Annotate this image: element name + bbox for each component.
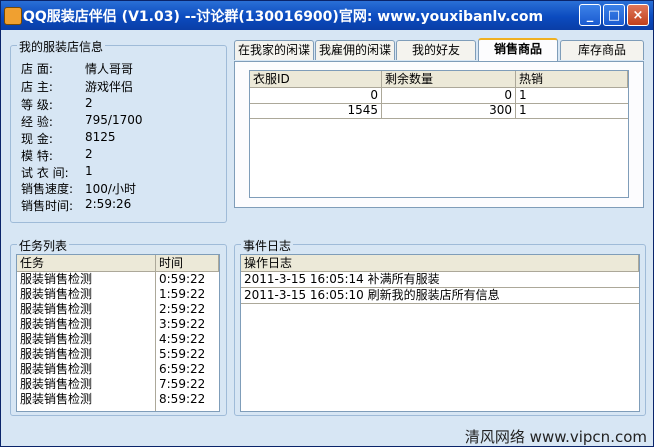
sales-cell-remaining[interactable]: 300	[382, 103, 515, 118]
sales-cell-hot[interactable]: 1	[516, 88, 626, 103]
task-time[interactable]: 0:59:22	[156, 272, 219, 287]
shop-info-legend: 我的服装店信息	[17, 38, 106, 55]
sales-cell-remaining[interactable]: 0	[382, 88, 515, 103]
column-header-cloth-id[interactable]: 衣服ID	[250, 71, 382, 88]
info-key: 经 验:	[21, 115, 53, 129]
log-entry[interactable]: 2011-3-15 16:05:14 补满所有服装	[241, 272, 637, 287]
task-time[interactable]: 5:59:22	[156, 347, 219, 362]
minimize-button[interactable]: _	[579, 4, 601, 26]
info-row-owner: 店 主: 游戏伴侣	[21, 78, 221, 96]
title-bar[interactable]: QQ服装店伴侣 (V1.03) --讨论群(130016900)官网: www.…	[1, 1, 653, 30]
info-value: 2	[85, 96, 93, 110]
sales-cell-id[interactable]: 1545	[250, 103, 381, 118]
event-log-group: 事件日志 操作日志 2011-3-15 16:05:14 补满所有服装 2011…	[234, 237, 646, 416]
info-value: 8125	[85, 130, 116, 144]
watermark-text: 清风网络 www.vipcn.com	[464, 428, 647, 446]
task-name[interactable]: 服装销售检测	[17, 302, 155, 317]
info-value: 2	[85, 147, 93, 161]
info-key: 等 级:	[21, 98, 53, 112]
task-list[interactable]: 任务 时间 服装销售检测 0:59:22 服装销售检测 1:59:22 服装销售…	[16, 254, 220, 412]
tab-my-friends[interactable]: 我的好友	[396, 40, 476, 60]
info-value: 游戏伴侣	[85, 80, 134, 94]
task-name[interactable]: 服装销售检测	[17, 287, 155, 302]
info-value: 795/1700	[85, 113, 143, 127]
info-value: 情人哥哥	[85, 62, 134, 76]
tab-sales-items[interactable]: 销售商品	[478, 38, 558, 62]
task-time[interactable]: 1:59:22	[156, 287, 219, 302]
info-value: 2:59:26	[85, 197, 132, 211]
column-header-time[interactable]: 时间	[156, 255, 219, 272]
info-row-sales-speed: 销售速度: 100/小时	[21, 180, 221, 198]
task-name[interactable]: 服装销售检测	[17, 377, 155, 392]
info-key: 现 金:	[21, 132, 53, 146]
task-time[interactable]: 2:59:22	[156, 302, 219, 317]
task-name[interactable]: 服装销售检测	[17, 347, 155, 362]
column-header-operation-log[interactable]: 操作日志	[241, 255, 639, 272]
window-title: QQ服装店伴侣 (V1.03) --讨论群(130016900)官网: www.…	[23, 9, 544, 25]
close-button[interactable]: ×	[627, 4, 649, 26]
main-window: QQ服装店伴侣 (V1.03) --讨论群(130016900)官网: www.…	[0, 0, 654, 447]
task-name[interactable]: 服装销售检测	[17, 392, 155, 407]
sales-cell-id[interactable]: 0	[250, 88, 381, 103]
task-name[interactable]: 服装销售检测	[17, 362, 155, 377]
info-key: 试 衣 间:	[21, 166, 69, 180]
column-header-hot-sale[interactable]: 热销	[516, 71, 628, 88]
tab-spies-in-my-home[interactable]: 在我家的闲谍	[234, 40, 314, 60]
log-entry[interactable]: 2011-3-15 16:05:10 刷新我的服装店所有信息	[241, 288, 637, 303]
task-list-legend: 任务列表	[17, 237, 70, 254]
info-key: 销售速度:	[21, 182, 74, 196]
info-key: 模 特:	[21, 149, 53, 163]
sales-table[interactable]: 衣服ID 剩余数量 热销 0 0 1 1545 300 1	[249, 70, 629, 198]
task-list-group: 任务列表 任务 时间 服装销售检测 0:59:22 服装销售检测 1:59:22…	[10, 237, 227, 416]
maximize-button[interactable]: □	[603, 4, 625, 26]
column-header-remaining[interactable]: 剩余数量	[382, 71, 516, 88]
row-divider	[250, 118, 628, 119]
row-divider	[241, 303, 639, 304]
task-time[interactable]: 7:59:22	[156, 377, 219, 392]
task-time[interactable]: 3:59:22	[156, 317, 219, 332]
status-bar: 清风网络 www.vipcn.com	[1, 419, 653, 446]
column-header-task[interactable]: 任务	[17, 255, 156, 272]
event-log-list[interactable]: 操作日志 2011-3-15 16:05:14 补满所有服装 2011-3-15…	[240, 254, 640, 412]
event-log-legend: 事件日志	[241, 237, 294, 254]
info-row-cash: 现 金: 8125	[21, 130, 221, 148]
info-value: 1	[85, 164, 93, 178]
info-value: 100/小时	[85, 182, 136, 196]
info-row-experience: 经 验: 795/1700	[21, 113, 221, 131]
sales-tab-panel: 衣服ID 剩余数量 热销 0 0 1 1545 300 1	[234, 61, 644, 208]
tab-stock-items[interactable]: 库存商品	[560, 40, 644, 60]
task-time[interactable]: 8:59:22	[156, 392, 219, 407]
info-key: 店 面:	[21, 62, 53, 76]
info-key: 店 主:	[21, 80, 53, 94]
shop-info-group: 我的服装店信息 店 面: 情人哥哥 店 主: 游戏伴侣 等 级: 2 经 验: …	[10, 38, 227, 223]
sales-cell-hot[interactable]: 1	[516, 103, 626, 118]
info-row-store: 店 面: 情人哥哥	[21, 60, 221, 78]
info-key: 销售时间:	[21, 199, 74, 213]
tab-hired-spies[interactable]: 我雇佣的闲谍	[315, 40, 395, 60]
task-time[interactable]: 4:59:22	[156, 332, 219, 347]
task-name[interactable]: 服装销售检测	[17, 332, 155, 347]
task-name[interactable]: 服装销售检测	[17, 272, 155, 287]
app-icon	[4, 7, 22, 25]
task-time[interactable]: 6:59:22	[156, 362, 219, 377]
info-row-models: 模 特: 2	[21, 147, 221, 165]
task-name[interactable]: 服装销售检测	[17, 317, 155, 332]
info-row-sales-time: 销售时间: 2:59:26	[21, 197, 221, 215]
info-row-level: 等 级: 2	[21, 96, 221, 114]
